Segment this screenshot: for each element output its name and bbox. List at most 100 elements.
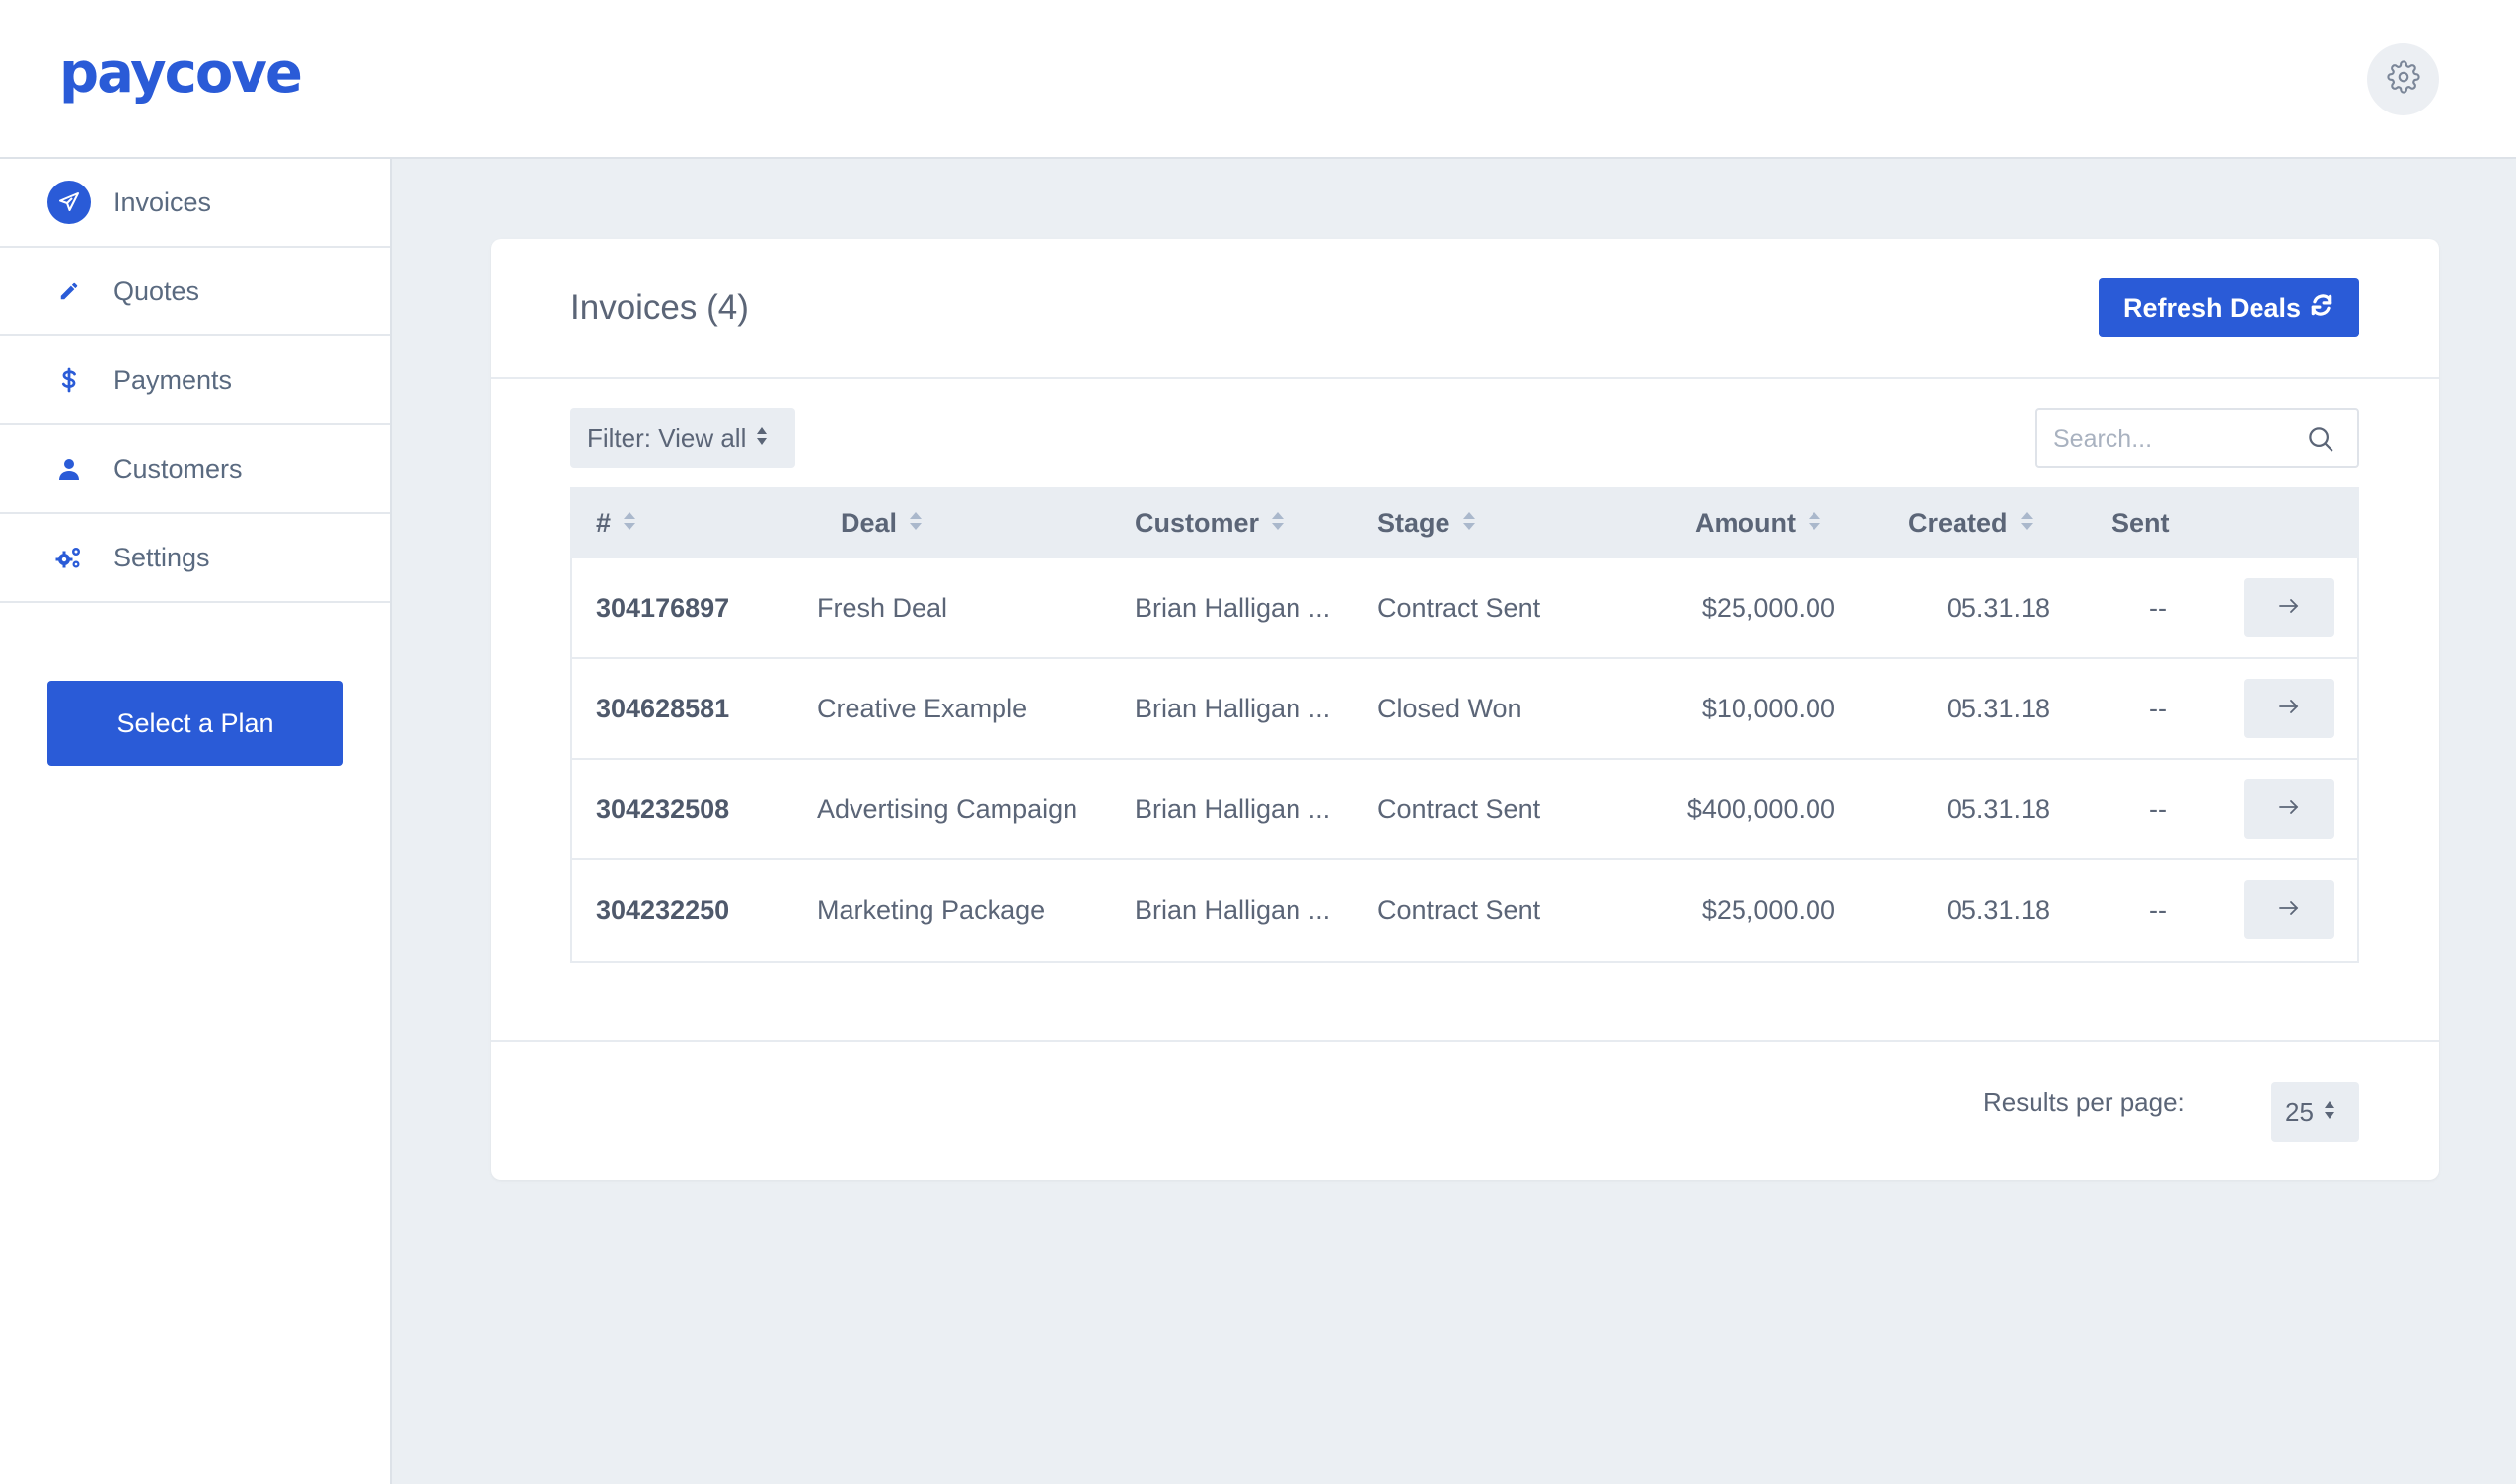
column-header-label: Amount (1695, 507, 1796, 538)
cell-id: 304176897 (596, 592, 730, 623)
gear-icon (2386, 60, 2420, 99)
cell-customer: Brian Halligan ... (1135, 592, 1331, 623)
cell-deal: Advertising Campaign (817, 793, 1078, 824)
search-input[interactable] (2053, 422, 2290, 456)
cell-stage: Closed Won (1377, 693, 1522, 723)
logo[interactable]: paycove (59, 41, 303, 106)
sidebar-item-label: Invoices (113, 186, 212, 217)
sort-icon (1808, 508, 1821, 539)
table-header: # Deal Customer Stage Amount Created Sen… (570, 487, 2359, 558)
cogs-icon (47, 536, 91, 579)
paper-plane-icon (47, 181, 91, 224)
cell-sent: -- (2149, 894, 2167, 925)
sidebar-item-label: Payments (113, 364, 233, 395)
top-bar: paycove (0, 0, 2516, 159)
sort-toggle-icon (2324, 1097, 2335, 1128)
select-plan-button[interactable]: Select a Plan (47, 681, 343, 766)
sidebar-item-label: Customers (113, 453, 243, 483)
cell-created: 05.31.18 (1946, 592, 2050, 623)
column-header-stage[interactable]: Stage (1377, 487, 1476, 558)
sidebar-item-payments[interactable]: Payments (0, 336, 390, 425)
sidebar-item-settings[interactable]: Settings (0, 514, 390, 603)
view-invoice-button[interactable] (2244, 679, 2334, 738)
sidebar-item-invoices[interactable]: Invoices (0, 159, 390, 248)
arrow-right-icon (2278, 598, 2300, 619)
sort-toggle-icon (756, 423, 768, 454)
results-per-page-label: Results per page: (1983, 1087, 2184, 1117)
cell-deal: Creative Example (817, 693, 1028, 723)
column-header-sent: Sent (2111, 487, 2170, 558)
column-header-customer[interactable]: Customer (1135, 487, 1285, 558)
cell-amount: $25,000.00 (1701, 894, 1835, 925)
column-header-label: Sent (2111, 507, 2170, 538)
cell-stage: Contract Sent (1377, 793, 1541, 824)
cell-id: 304232250 (596, 894, 730, 925)
cell-stage: Contract Sent (1377, 894, 1541, 925)
cell-customer: Brian Halligan ... (1135, 793, 1331, 824)
divider (491, 1040, 2439, 1042)
filter-select[interactable]: Filter: View all (570, 408, 795, 468)
cell-sent: -- (2149, 592, 2167, 623)
sidebar: Invoices Quotes Payments Customers Setti… (0, 159, 392, 1484)
search-icon[interactable] (2306, 424, 2335, 459)
cell-created: 05.31.18 (1946, 693, 2050, 723)
sort-icon (1462, 508, 1476, 539)
invoices-table: # Deal Customer Stage Amount Created Sen… (570, 487, 2359, 963)
user-icon (47, 447, 91, 490)
cell-id: 304628581 (596, 693, 730, 723)
arrow-right-icon (2278, 699, 2300, 719)
cell-created: 05.31.18 (1946, 793, 2050, 824)
view-invoice-button[interactable] (2244, 880, 2334, 939)
cell-created: 05.31.18 (1946, 894, 2050, 925)
column-header-label: # (596, 507, 612, 538)
sort-icon (623, 508, 636, 539)
column-header-created[interactable]: Created (1908, 487, 2034, 558)
cell-stage: Contract Sent (1377, 592, 1541, 623)
column-header-label: Created (1908, 507, 2008, 538)
column-header-deal[interactable]: Deal (841, 487, 923, 558)
arrow-right-icon (2278, 900, 2300, 921)
view-invoice-button[interactable] (2244, 779, 2334, 839)
cell-id: 304232508 (596, 793, 730, 824)
results-per-page-value: 25 (2285, 1096, 2314, 1127)
divider (491, 377, 2439, 379)
refresh-button-label: Refresh Deals (2122, 292, 2302, 323)
invoices-card: Invoices (4) Refresh Deals Filter: View … (491, 239, 2439, 1180)
page-title: Invoices (4) (570, 288, 749, 327)
refresh-deals-button[interactable]: Refresh Deals (2099, 278, 2359, 337)
cell-sent: -- (2149, 793, 2167, 824)
sort-icon (1271, 508, 1285, 539)
sidebar-item-label: Quotes (113, 275, 200, 306)
refresh-icon (2309, 292, 2334, 325)
column-header-label: Deal (841, 507, 898, 538)
sidebar-item-label: Settings (113, 542, 210, 572)
sidebar-item-customers[interactable]: Customers (0, 425, 390, 514)
dollar-icon (47, 358, 91, 402)
cell-amount: $10,000.00 (1701, 693, 1835, 723)
table-row: 304176897 Fresh Deal Brian Halligan ... … (570, 558, 2359, 659)
cell-amount: $25,000.00 (1701, 592, 1835, 623)
table-row: 304232250 Marketing Package Brian Hallig… (570, 860, 2359, 961)
column-header-id[interactable]: # (596, 487, 636, 558)
settings-button[interactable] (2367, 43, 2439, 115)
pencil-icon (47, 269, 91, 313)
cell-sent: -- (2149, 693, 2167, 723)
sort-icon (2020, 508, 2034, 539)
cell-customer: Brian Halligan ... (1135, 894, 1331, 925)
table-row: 304232508 Advertising Campaign Brian Hal… (570, 760, 2359, 860)
view-invoice-button[interactable] (2244, 578, 2334, 637)
cell-deal: Marketing Package (817, 894, 1046, 925)
column-header-amount[interactable]: Amount (1695, 487, 1821, 558)
sort-icon (909, 508, 923, 539)
column-header-label: Stage (1377, 507, 1450, 538)
cell-deal: Fresh Deal (817, 592, 948, 623)
table-row: 304628581 Creative Example Brian Halliga… (570, 659, 2359, 760)
filter-value: Filter: View all (587, 422, 747, 453)
cell-customer: Brian Halligan ... (1135, 693, 1331, 723)
sidebar-item-quotes[interactable]: Quotes (0, 248, 390, 336)
search-field[interactable] (2035, 408, 2359, 468)
cell-amount: $400,000.00 (1686, 793, 1835, 824)
column-header-label: Customer (1135, 507, 1260, 538)
arrow-right-icon (2278, 799, 2300, 820)
results-per-page-select[interactable]: 25 (2271, 1082, 2359, 1142)
